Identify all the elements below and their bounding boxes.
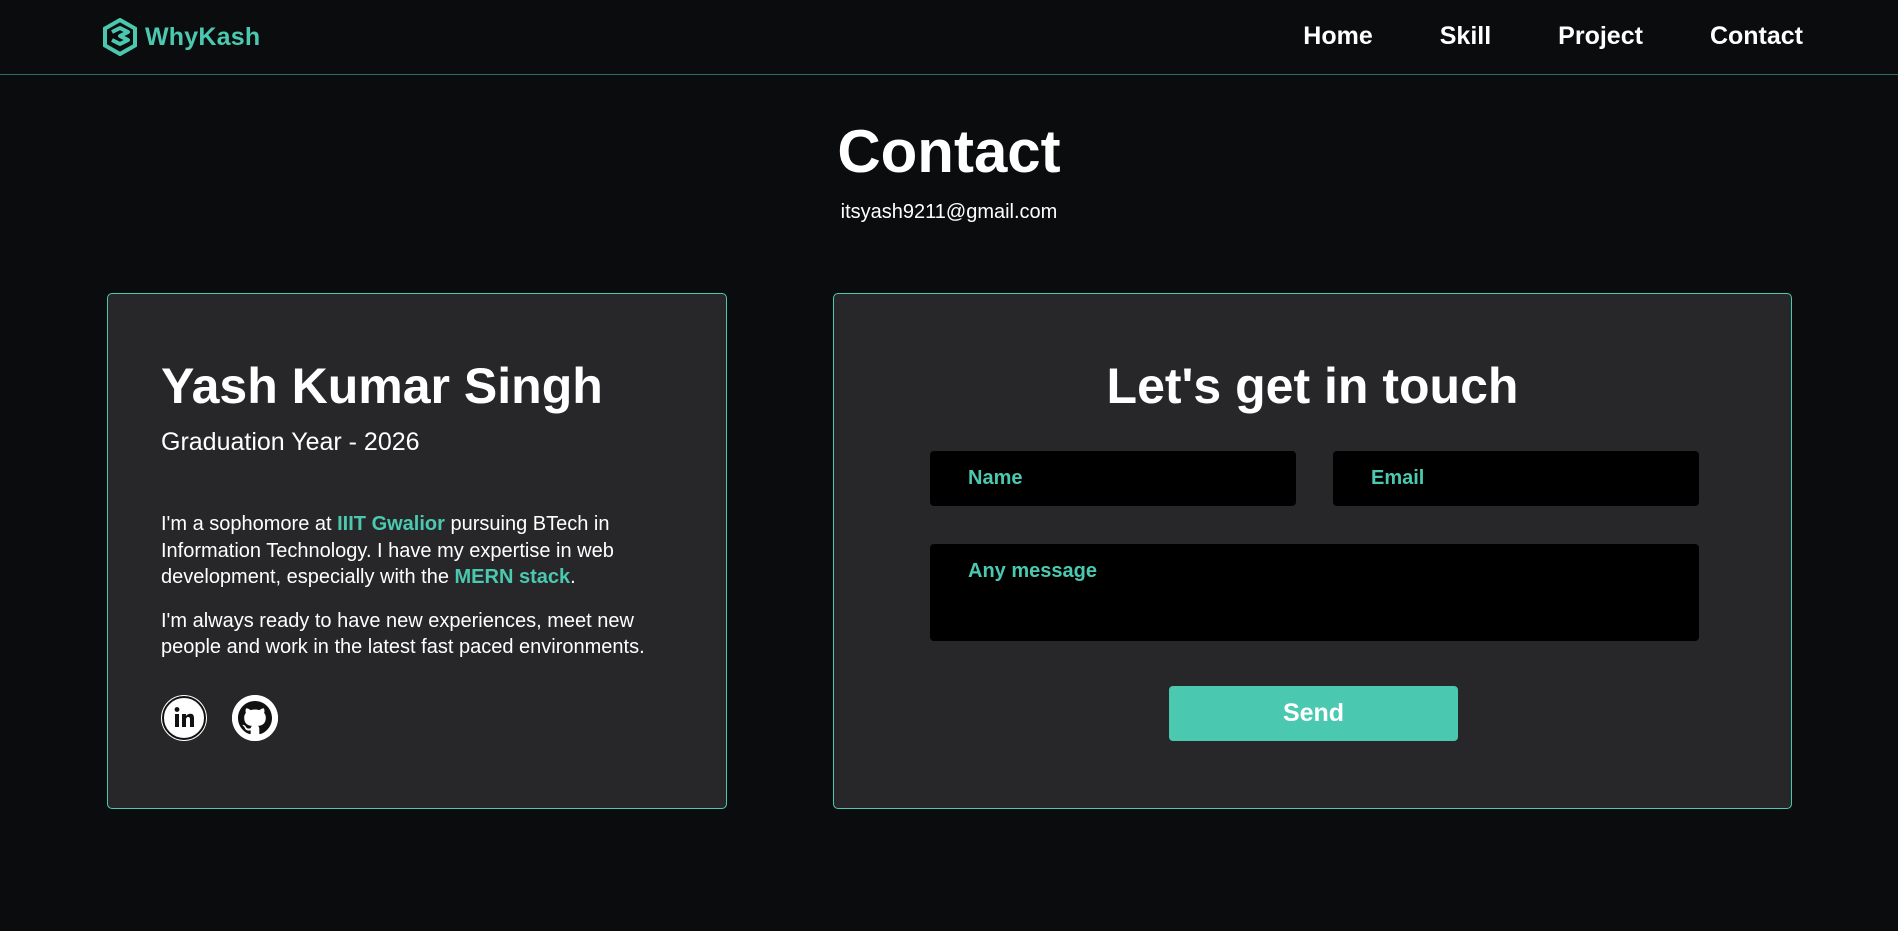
bio-text: . [570,566,576,588]
graduation-year: Graduation Year - 2026 [161,428,420,456]
hexagon-logo-icon [101,18,139,56]
navbar: WhyKash Home Skill Project Contact [0,0,1898,75]
bio-paragraph-1: I'm a sophomore at IIIT Gwalior pursuing… [161,511,671,591]
contact-email: itsyash9211@gmail.com [840,201,1058,223]
stack-highlight: MERN stack [454,566,571,588]
main-nav: Home Skill Project Contact [1236,22,1803,51]
nav-home[interactable]: Home [1303,22,1372,51]
brand-name: WhyKash [145,22,261,51]
profile-name: Yash Kumar Singh [161,358,603,414]
nav-skill[interactable]: Skill [1440,22,1491,51]
contact-heading: Contact itsyash9211@gmail.com [0,116,1898,224]
message-textarea[interactable] [930,544,1699,641]
contact-form-card: Let's get in touch Send [833,293,1792,809]
page-title: Contact [837,118,1061,185]
nav-contact[interactable]: Contact [1710,22,1803,51]
college-highlight: IIIT Gwalior [337,513,445,535]
profile-bio: I'm a sophomore at IIIT Gwalior pursuing… [161,511,671,678]
send-button[interactable]: Send [1169,686,1458,741]
bio-paragraph-2: I'm always ready to have new experiences… [161,609,645,659]
email-input[interactable] [1333,451,1699,506]
linkedin-icon[interactable] [161,695,207,741]
nav-project[interactable]: Project [1558,22,1643,51]
social-links [161,695,278,741]
form-title: Let's get in touch [1106,358,1519,414]
brand-logo-link[interactable]: WhyKash [101,18,260,56]
bio-text: I'm a sophomore at [161,513,338,535]
github-icon[interactable] [232,695,278,741]
profile-card: Yash Kumar Singh Graduation Year - 2026 … [107,293,727,809]
name-input[interactable] [930,451,1296,506]
